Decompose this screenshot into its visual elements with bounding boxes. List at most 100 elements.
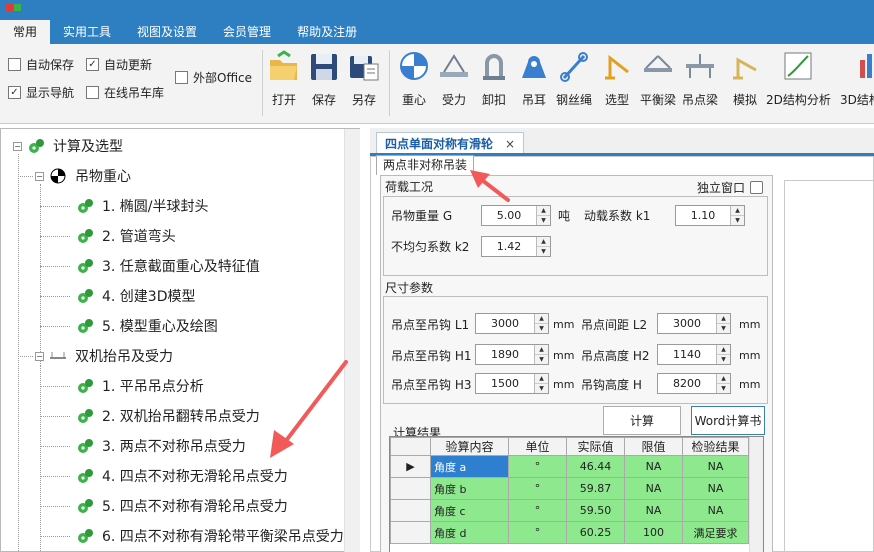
tree-item[interactable]: 3. 两点不对称吊点受力 — [76, 436, 246, 456]
l1-input[interactable]: 3000 ▲ ▼ — [475, 313, 549, 334]
simulation-button[interactable]: 模拟 — [729, 50, 761, 108]
table-cell[interactable]: 角度 d — [430, 521, 509, 544]
checkbox-box[interactable] — [86, 86, 99, 99]
row-pointer-icon[interactable]: ▶ — [390, 455, 431, 478]
checkbox-autoupdate[interactable]: ✓ 自动更新 — [86, 56, 152, 73]
table-cell[interactable]: NA — [682, 455, 749, 478]
l2-input[interactable]: 3000 ▲ ▼ — [657, 313, 731, 334]
table-cell[interactable]: ° — [508, 477, 567, 500]
table-row[interactable]: 角度 d ° 60.25 100 满足要求 — [390, 521, 749, 544]
center-of-gravity-button[interactable]: 重心 — [398, 50, 430, 108]
checkbox-box[interactable] — [8, 58, 21, 71]
grid-scrollbar[interactable] — [749, 437, 763, 552]
spinner-arrows[interactable]: ▲ ▼ — [536, 237, 550, 256]
row-header[interactable] — [390, 477, 431, 500]
menu-tab-help[interactable]: 帮助及注册 — [284, 20, 370, 44]
tree-item[interactable]: 1. 平吊吊点分析 — [76, 376, 204, 396]
tree-item[interactable]: 4. 创建3D模型 — [76, 286, 196, 306]
hook-height-input[interactable]: 8200 ▲ ▼ — [657, 373, 731, 394]
save-as-button[interactable]: 另存 — [348, 50, 380, 108]
checkbox-box[interactable] — [175, 71, 188, 84]
save-button[interactable]: 保存 — [308, 50, 340, 108]
document-tab[interactable]: 四点单面对称有滑轮 × — [376, 132, 525, 154]
lifting-beam-button[interactable]: 吊点梁 — [682, 50, 718, 108]
table-cell[interactable]: 满足要求 — [682, 521, 749, 544]
spinner-arrows[interactable]: ▲ ▼ — [716, 314, 730, 333]
open-button[interactable]: 打开 — [268, 50, 300, 108]
weight-input[interactable]: 5.00 ▲ ▼ — [481, 205, 551, 226]
h3-input[interactable]: 1500 ▲ ▼ — [475, 373, 549, 394]
spinner-arrows[interactable]: ▲ ▼ — [534, 314, 548, 333]
spinner-arrows[interactable]: ▲ ▼ — [716, 345, 730, 364]
table-cell[interactable]: 100 — [624, 521, 683, 544]
shackle-button[interactable]: 卸扣 — [478, 50, 510, 108]
table-cell[interactable]: NA — [624, 499, 683, 522]
table-row[interactable]: ▶ 角度 a ° 46.44 NA NA — [390, 455, 749, 478]
menu-tab-common[interactable]: 常用 — [0, 20, 51, 44]
table-cell[interactable]: NA — [682, 499, 749, 522]
table-cell[interactable]: ° — [508, 521, 567, 544]
checkmark-icon[interactable]: ✓ — [8, 86, 21, 99]
table-cell[interactable]: ° — [508, 455, 567, 478]
spinner-arrows[interactable]: ▲ ▼ — [730, 206, 744, 225]
checkbox-box[interactable] — [750, 181, 764, 194]
table-cell[interactable]: 46.44 — [566, 455, 625, 478]
checkbox-external-office[interactable]: 外部Office — [175, 69, 252, 86]
menu-tab-member[interactable]: 会员管理 — [210, 20, 284, 44]
tree-group-dual-crane[interactable]: − 双机抬吊及受力 — [35, 346, 173, 366]
tree-item[interactable]: 1. 椭圆/半球封头 — [76, 196, 209, 216]
h1-input[interactable]: 1890 ▲ ▼ — [475, 344, 549, 365]
table-row[interactable]: 角度 c ° 59.50 NA NA — [390, 499, 749, 522]
checkbox-show-nav[interactable]: ✓ 显示导航 — [8, 84, 74, 101]
collapse-icon[interactable]: − — [35, 171, 44, 181]
2d-analysis-button[interactable]: 2D结构分析 — [766, 50, 831, 108]
3d-analysis-button[interactable]: 3D结构 — [840, 50, 874, 108]
menu-tab-view-settings[interactable]: 视图及设置 — [124, 20, 210, 44]
spinner-arrows[interactable]: ▲ ▼ — [534, 345, 548, 364]
table-cell[interactable]: 59.50 — [566, 499, 625, 522]
column-header[interactable]: 验算内容 — [430, 437, 509, 456]
collapse-icon[interactable]: − — [13, 141, 22, 151]
row-header[interactable] — [390, 499, 431, 522]
column-header[interactable]: 限值 — [624, 437, 683, 456]
table-cell[interactable]: 60.25 — [566, 521, 625, 544]
force-button[interactable]: 受力 — [438, 50, 470, 108]
checkbox-autosave[interactable]: 自动保存 — [8, 56, 74, 73]
tree-item[interactable]: 4. 四点不对称无滑轮吊点受力 — [76, 466, 288, 486]
independent-window-checkbox[interactable]: 独立窗口 — [697, 179, 764, 196]
spinner-arrows[interactable]: ▲ ▼ — [536, 206, 550, 225]
table-cell[interactable]: NA — [624, 477, 683, 500]
tree-item[interactable]: 3. 任意截面重心及特征值 — [76, 256, 260, 276]
table-cell[interactable]: 59.87 — [566, 477, 625, 500]
tree-item[interactable]: 6. 四点不对称有滑轮带平衡梁吊点受力 — [76, 526, 344, 546]
dynamic-factor-input[interactable]: 1.10 ▲ ▼ — [675, 205, 745, 226]
tree-root[interactable]: − 计算及选型 — [13, 136, 123, 156]
row-header[interactable] — [390, 521, 431, 544]
tree-item[interactable]: 2. 双机抬吊翻转吊点受力 — [76, 406, 260, 426]
tree-item[interactable]: 5. 模型重心及绘图 — [76, 316, 218, 336]
table-cell[interactable]: ° — [508, 499, 567, 522]
wire-rope-button[interactable]: 钢丝绳 — [556, 50, 592, 108]
word-report-button[interactable]: Word计算书 — [691, 406, 765, 435]
close-icon[interactable]: × — [505, 134, 515, 154]
uneven-factor-input[interactable]: 1.42 ▲ ▼ — [481, 236, 551, 257]
balance-beam-button[interactable]: 平衡梁 — [640, 50, 676, 108]
checkbox-online-crane[interactable]: 在线吊车库 — [86, 84, 164, 101]
column-header[interactable]: 单位 — [508, 437, 567, 456]
table-cell[interactable]: NA — [624, 455, 683, 478]
menu-tab-tools[interactable]: 实用工具 — [50, 20, 124, 44]
selection-button[interactable]: 选型 — [601, 50, 633, 108]
spinner-arrows[interactable]: ▲ ▼ — [534, 374, 548, 393]
subtab-two-point[interactable]: 两点非对称吊装 — [376, 155, 475, 175]
table-cell[interactable]: NA — [682, 477, 749, 500]
spinner-arrows[interactable]: ▲ ▼ — [716, 374, 730, 393]
lifting-lug-button[interactable]: 吊耳 — [518, 50, 550, 108]
tree-group-gravity[interactable]: − 吊物重心 — [35, 166, 131, 186]
tree-item[interactable]: 2. 管道弯头 — [76, 226, 176, 246]
tree-item[interactable]: 5. 四点不对称有滑轮吊点受力 — [76, 496, 288, 516]
table-cell[interactable]: 角度 b — [430, 477, 509, 500]
table-cell[interactable]: 角度 a — [430, 455, 509, 478]
h2-input[interactable]: 1140 ▲ ▼ — [657, 344, 731, 365]
calculate-button[interactable]: 计算 — [603, 406, 681, 435]
checkmark-icon[interactable]: ✓ — [86, 58, 99, 71]
